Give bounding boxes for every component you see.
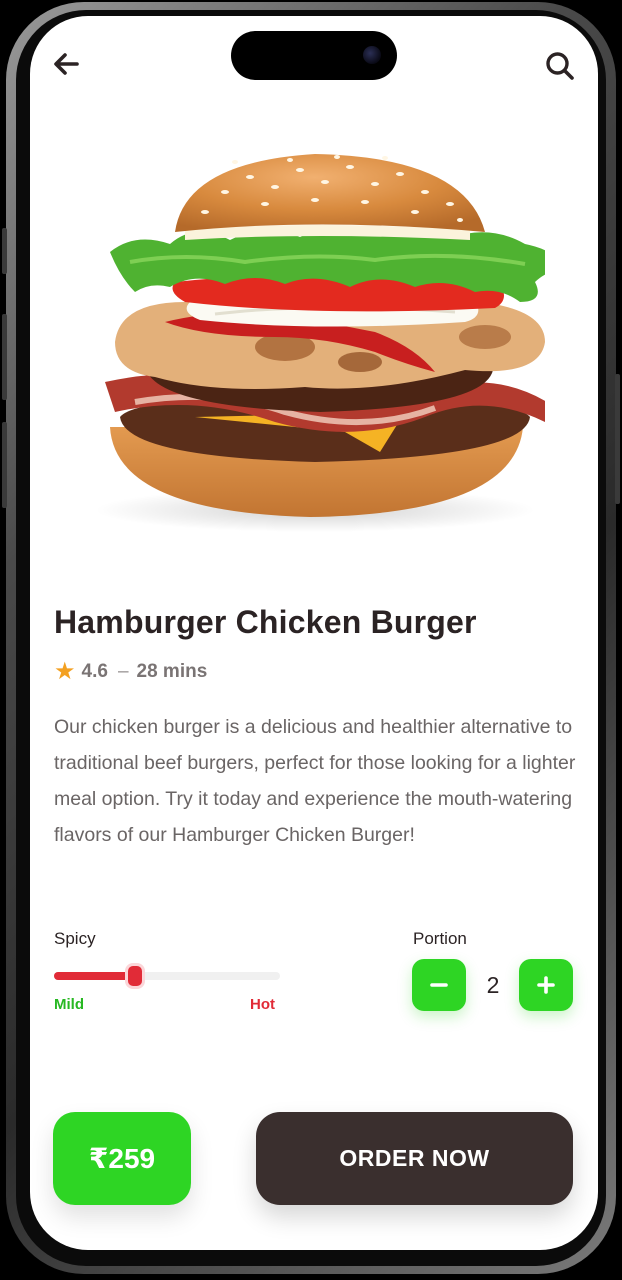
burger-image (95, 154, 545, 532)
search-button[interactable] (540, 46, 580, 86)
spicy-max-label: Hot (250, 996, 275, 1013)
portion-label: Portion (413, 929, 467, 948)
spicy-min-label: Mild (54, 996, 84, 1013)
arrow-left-icon (54, 53, 79, 75)
dynamic-island (231, 31, 397, 80)
app-screen: Hamburger Chicken Burger ★ 4.6 – 28 mins… (30, 16, 598, 1250)
prep-time: 28 mins (136, 661, 208, 682)
slider-fill (54, 972, 135, 980)
product-description: Our chicken burger is a delicious and he… (54, 716, 576, 846)
phone-volume-down (2, 422, 7, 508)
phone-power-button (615, 374, 620, 504)
increase-portion-button[interactable] (519, 959, 573, 1011)
price-button[interactable]: ₹259 (53, 1112, 191, 1205)
front-camera (363, 46, 381, 64)
product-title: Hamburger Chicken Burger (54, 604, 477, 640)
phone-action-button (2, 228, 7, 274)
decrease-portion-button[interactable] (412, 959, 466, 1011)
star-icon: ★ (54, 658, 76, 685)
product-meta: ★ 4.6 – 28 mins (54, 660, 207, 684)
order-now-button[interactable]: ORDER NOW (256, 1112, 573, 1205)
slider-thumb[interactable] (128, 966, 142, 986)
portion-quantity: 2 (486, 972, 500, 998)
rating-value: 4.6 (81, 661, 108, 682)
plus-icon (537, 976, 555, 994)
back-button[interactable] (46, 44, 86, 84)
minus-icon (430, 983, 448, 987)
spicy-label: Spicy (54, 929, 96, 948)
meta-separator: – (117, 661, 129, 682)
search-icon (546, 52, 574, 80)
phone-volume-up (2, 314, 7, 400)
spicy-slider[interactable] (54, 966, 280, 986)
